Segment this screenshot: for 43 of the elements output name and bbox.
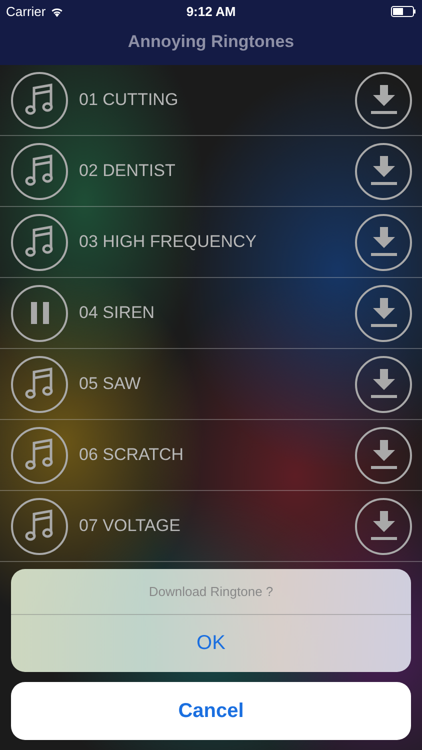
download-button[interactable] [355, 214, 412, 270]
download-button[interactable] [355, 284, 412, 342]
carrier-name: Carrier [6, 4, 46, 18]
wifi-icon [50, 6, 64, 16]
pause-button[interactable] [11, 284, 68, 342]
music-note-icon [24, 438, 54, 472]
ok-button[interactable]: OK [11, 615, 411, 672]
play-button[interactable] [11, 72, 68, 128]
download-button[interactable] [355, 142, 412, 200]
status-time: 9:12 AM [186, 4, 236, 18]
play-button[interactable] [11, 498, 68, 554]
ringtone-title: 05 SAW [79, 374, 142, 394]
pause-icon [28, 301, 50, 325]
music-note-icon [24, 367, 54, 401]
download-icon [370, 440, 398, 470]
download-icon [370, 369, 398, 399]
download-button[interactable] [355, 72, 412, 128]
download-button[interactable] [355, 426, 412, 484]
music-note-icon [24, 154, 54, 188]
ringtone-title: 06 SCRATCH [79, 445, 185, 465]
cancel-button[interactable]: Cancel [11, 682, 411, 740]
music-note-icon [24, 509, 54, 543]
music-note-icon [24, 225, 54, 259]
ringtone-title: 01 CUTTING [79, 90, 180, 110]
music-note-icon [24, 83, 54, 117]
download-icon [370, 227, 398, 257]
play-button[interactable] [11, 356, 68, 412]
battery-icon [391, 6, 416, 16]
download-icon [370, 298, 398, 328]
ringtone-title: 07 VOLTAGE [79, 516, 182, 536]
ringtone-title: 03 HIGH FREQUENCY [79, 232, 258, 252]
download-icon [370, 85, 398, 115]
ringtone-title: 02 DENTIST [79, 161, 176, 181]
nav-title: Annoying Ringtones [126, 30, 296, 53]
ringtone-title: 04 SIREN [79, 303, 156, 323]
play-button[interactable] [11, 426, 68, 484]
play-button[interactable] [11, 214, 68, 270]
sheet-title: Download Ringtone ? [11, 569, 411, 615]
play-button[interactable] [11, 142, 68, 200]
download-icon [370, 511, 398, 541]
download-icon [370, 156, 398, 186]
download-button[interactable] [355, 498, 412, 554]
download-button[interactable] [355, 356, 412, 412]
